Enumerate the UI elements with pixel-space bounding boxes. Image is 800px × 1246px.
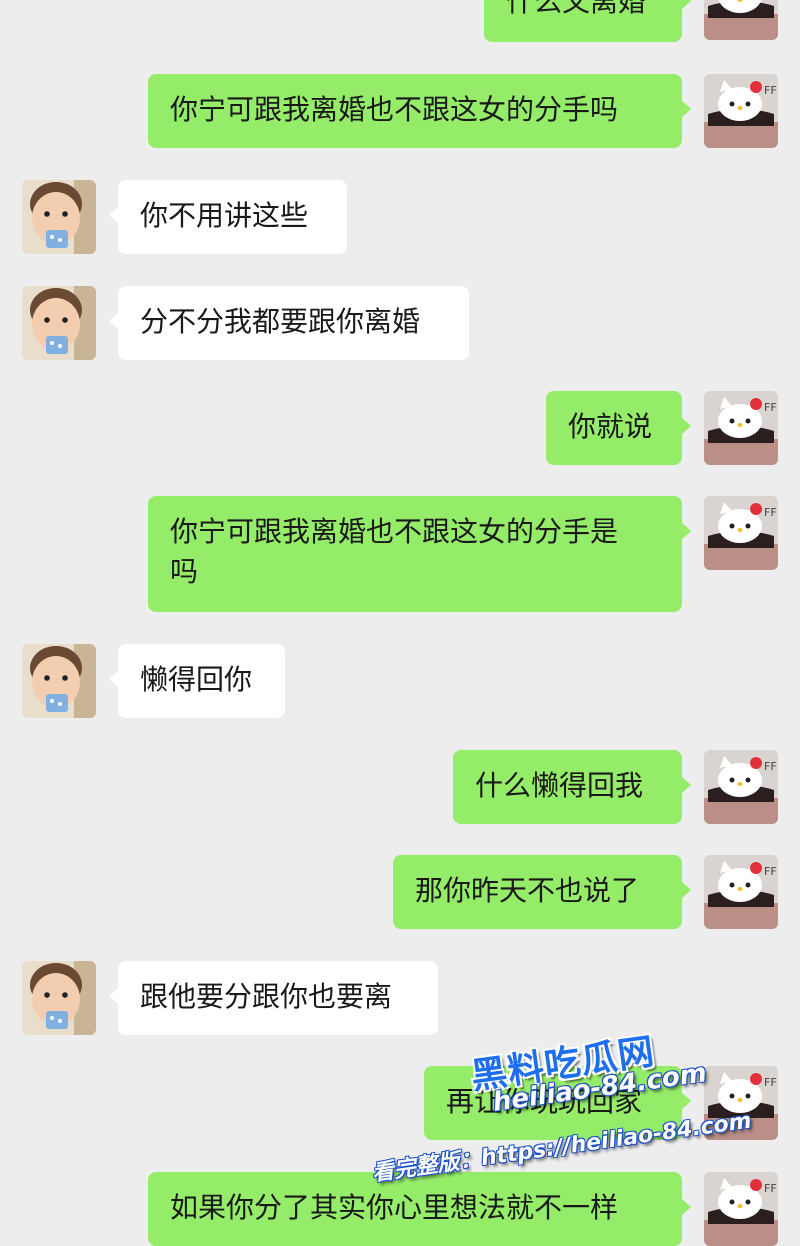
message-bubble[interactable]: 你就说: [546, 391, 691, 465]
hello-kitty-avatar-icon[interactable]: FF: [704, 1172, 778, 1246]
message-bubble[interactable]: 你不用讲这些: [109, 180, 347, 254]
message-bubble[interactable]: 分不分我都要跟你离婚: [109, 286, 469, 360]
hello-kitty-avatar-icon[interactable]: FF: [704, 0, 778, 40]
hello-kitty-avatar-icon[interactable]: FF: [704, 855, 778, 929]
message-bubble[interactable]: 跟他要分跟你也要离: [109, 961, 438, 1035]
message-bubble[interactable]: 什么懒得回我: [453, 750, 691, 824]
message-bubble[interactable]: 那你昨天不也说了: [393, 855, 691, 929]
message-bubble[interactable]: 你宁可跟我离婚也不跟这女的分手是 吗: [148, 496, 691, 612]
svg-text:FF: FF: [764, 401, 777, 414]
message-bubble[interactable]: 再让你玩玩回家: [424, 1066, 691, 1140]
hello-kitty-avatar-icon[interactable]: FF: [704, 1066, 778, 1140]
svg-text:FF: FF: [764, 84, 777, 97]
message-bubble[interactable]: 如果你分了其实你心里想法就不一样: [148, 1172, 691, 1246]
baby-avatar-icon[interactable]: [22, 961, 96, 1035]
svg-text:FF: FF: [764, 760, 777, 773]
message-bubble[interactable]: 什么又离婚: [484, 0, 691, 42]
svg-text:FF: FF: [764, 1182, 777, 1195]
svg-text:FF: FF: [764, 865, 777, 878]
message-bubble[interactable]: 你宁可跟我离婚也不跟这女的分手吗: [148, 74, 691, 148]
baby-avatar-icon[interactable]: [22, 180, 96, 254]
message-bubble[interactable]: 懒得回你: [109, 644, 285, 718]
hello-kitty-avatar-icon[interactable]: FF: [704, 74, 778, 148]
baby-avatar-icon[interactable]: [22, 286, 96, 360]
hello-kitty-avatar-icon[interactable]: FF: [704, 750, 778, 824]
baby-avatar-icon[interactable]: [22, 644, 96, 718]
svg-text:FF: FF: [764, 506, 777, 519]
hello-kitty-avatar-icon[interactable]: FF: [704, 391, 778, 465]
svg-text:FF: FF: [764, 1076, 777, 1089]
hello-kitty-avatar-icon[interactable]: FF: [704, 496, 778, 570]
